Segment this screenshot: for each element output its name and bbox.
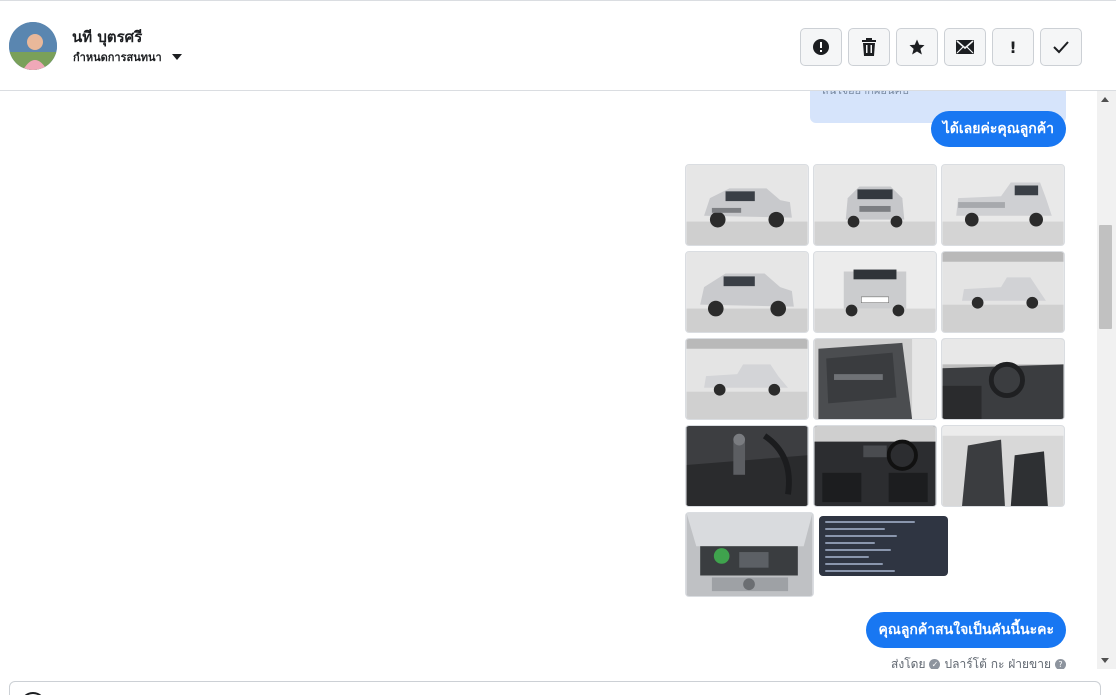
vehicle-spec-card[interactable] <box>819 516 948 576</box>
message-bubble[interactable]: ได้เลยค่ะคุณลูกค้า <box>930 111 1066 147</box>
message-thread[interactable]: สนใจอยากผ่อนคับ ได้เลยค่ะคุณลูกค้า <box>0 91 1097 669</box>
car-photo-front[interactable] <box>813 164 937 246</box>
car-photo-door-interior[interactable] <box>813 338 937 420</box>
mark-done-button[interactable] <box>1040 28 1082 66</box>
car-photo-engine[interactable] <box>685 512 814 597</box>
conversation-header: นที บุตรศรี กำหนดการสนทนา ! <box>0 0 1116 91</box>
car-photo-rear[interactable] <box>813 251 937 333</box>
star-icon <box>909 39 925 55</box>
car-photo-seats[interactable] <box>941 425 1065 507</box>
help-icon[interactable]: ? <box>1055 659 1066 669</box>
thread-scrollbar[interactable] <box>1097 91 1116 669</box>
header-toolbar: ! <box>800 28 1082 66</box>
previous-message-text: สนใจอยากผ่อนคับ <box>822 91 909 99</box>
assign-label: กำหนดการสนทนา <box>73 51 162 64</box>
star-button[interactable] <box>896 28 938 66</box>
conversation-window: นที บุตรศรี กำหนดการสนทนา ! ได้เลยค่ะคุณ… <box>0 0 1116 695</box>
car-photo-front-left[interactable] <box>685 251 809 333</box>
sender-name[interactable]: ปลาร์โต้ กะ ฝ่ายขาย <box>944 655 1051 669</box>
scroll-up-arrow-icon[interactable] <box>1101 97 1109 102</box>
contact-name: นที บุตรศรี <box>72 28 143 46</box>
sent-by-line: ส่งโดย ✓ ปลาร์โต้ กะ ฝ่ายขาย ? <box>891 655 1066 669</box>
alert-circle-icon <box>813 39 829 55</box>
caret-down-icon <box>171 54 182 60</box>
scroll-down-arrow-icon[interactable] <box>1101 658 1109 663</box>
report-button[interactable] <box>800 28 842 66</box>
car-photo-front-left[interactable] <box>685 164 809 246</box>
car-photo-dashboard[interactable] <box>941 338 1065 420</box>
car-photo-dashboard[interactable] <box>813 425 937 507</box>
avatar[interactable] <box>9 22 57 70</box>
car-photo-gear-console[interactable] <box>685 425 809 507</box>
trash-icon <box>862 38 876 56</box>
check-icon <box>1053 41 1069 54</box>
car-photo-rear-left[interactable] <box>941 164 1065 246</box>
message-bubble[interactable]: คุณลูกค้าสนใจเป็นคันนี้นะคะ <box>866 612 1066 648</box>
message-composer[interactable] <box>9 681 1101 695</box>
check-circle-icon: ✓ <box>929 659 941 669</box>
sent-by-prefix: ส่งโดย <box>891 657 926 669</box>
car-photo-side[interactable] <box>941 251 1065 333</box>
assign-conversation-dropdown[interactable]: กำหนดการสนทนา <box>73 48 182 66</box>
scroll-thumb[interactable] <box>1099 225 1112 329</box>
delete-button[interactable] <box>848 28 890 66</box>
mark-unread-button[interactable] <box>944 28 986 66</box>
exclamation-icon: ! <box>1009 37 1017 57</box>
follow-up-button[interactable]: ! <box>992 28 1034 66</box>
car-photo-side[interactable] <box>685 338 809 420</box>
envelope-icon <box>956 40 974 54</box>
